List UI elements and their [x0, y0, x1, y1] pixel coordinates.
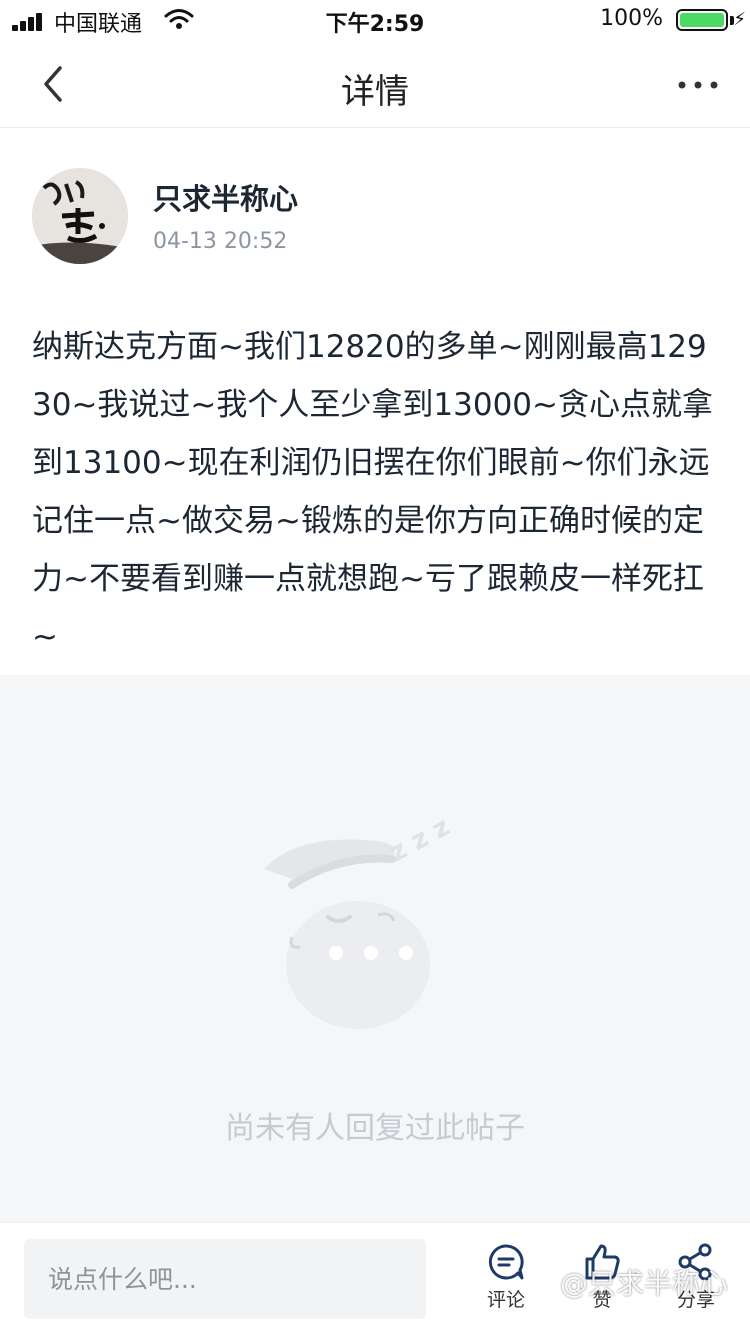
share-label: 分享: [676, 1289, 715, 1311]
charging-icon: ⚡: [733, 9, 746, 30]
empty-replies: z z z 尚未有人回复过此帖子: [0, 675, 750, 1222]
comment-icon: [488, 1244, 524, 1280]
more-button[interactable]: [674, 70, 722, 100]
comment-input[interactable]: [24, 1239, 426, 1319]
comment-label: 评论: [486, 1289, 525, 1311]
nav-bar: 详情: [0, 40, 750, 128]
more-dots-icon: [678, 81, 718, 89]
status-bar: 中国联通 下午2:59 100% ⚡: [0, 0, 750, 40]
author-name[interactable]: 只求半称心: [153, 176, 298, 218]
comment-button[interactable]: 评论: [466, 1243, 546, 1327]
like-label: 赞: [592, 1289, 612, 1311]
post-time: 04-13 20:52: [153, 229, 288, 254]
battery-percent: 100%: [600, 6, 663, 31]
like-button[interactable]: 赞: [562, 1243, 642, 1327]
avatar-calligraphy-image: [32, 168, 128, 264]
sleeping-chat-bubble-icon: [264, 839, 430, 1029]
share-icon: [678, 1243, 712, 1281]
post-content: 纳斯达克方面~我们12820的多单~刚刚最高12930~我说过~我个人至少拿到1…: [32, 329, 713, 655]
battery-icon: [676, 9, 728, 31]
thumbs-up-icon: [585, 1244, 620, 1280]
empty-replies-text: 尚未有人回复过此帖子: [225, 1111, 525, 1146]
bottom-bar: 评论 赞 分享: [0, 1222, 750, 1334]
share-button[interactable]: 分享: [656, 1243, 736, 1327]
page-title: 详情: [341, 72, 409, 112]
avatar[interactable]: 如意: [32, 168, 128, 264]
